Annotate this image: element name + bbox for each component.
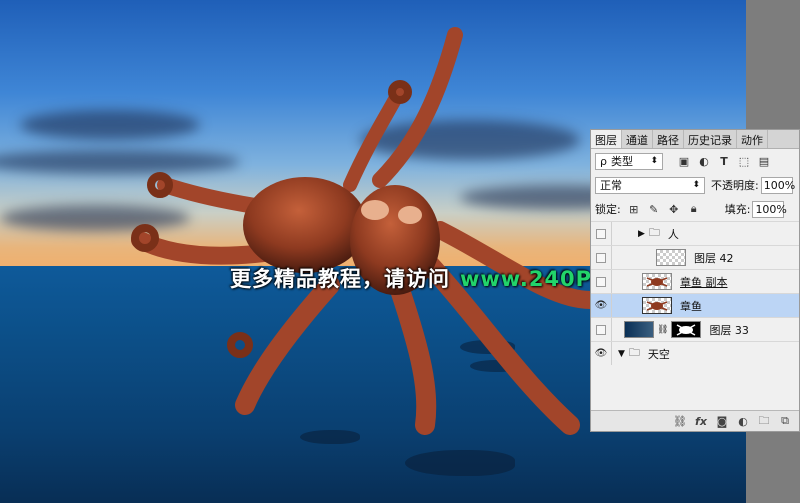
folder-icon: 🗀︎ xyxy=(628,346,640,359)
layer-name: 章鱼 xyxy=(680,299,702,313)
lock-row: 锁定: ⊞ ✎ ✥ 🔒︎ 填充: 100% xyxy=(591,197,799,221)
layer-name: 图层 42 xyxy=(694,251,734,265)
filter-kind-select[interactable]: ρ 类型 ⬍ xyxy=(595,152,663,170)
filter-adjustment-icon[interactable]: ◐ xyxy=(697,154,711,168)
layer-row-group-people[interactable]: ▶ 🗀︎ 人 xyxy=(591,221,799,245)
fill-input[interactable]: 100% xyxy=(752,200,787,218)
layer-thumbnail xyxy=(624,321,654,338)
spinner-icon: ⬍ xyxy=(692,180,700,190)
chain-link-icon[interactable]: ⛓︎ xyxy=(657,325,668,335)
layer-row-octopus-copy[interactable]: 章鱼 副本 xyxy=(591,269,799,293)
visibility-toggle[interactable] xyxy=(591,270,612,293)
visibility-toggle[interactable] xyxy=(591,246,612,269)
filter-kind-label: 类型 xyxy=(610,155,633,168)
panel-tabs: 图层 通道 路径 历史记录 动作 xyxy=(591,130,799,149)
filter-type-icon[interactable]: T xyxy=(717,154,731,168)
visibility-off-icon xyxy=(596,252,606,263)
expand-arrow-icon[interactable]: ▶ xyxy=(638,229,645,239)
visibility-toggle[interactable]: 👁︎ xyxy=(591,342,612,365)
layer-name: 图层 33 xyxy=(709,323,749,337)
eye-icon: 👁︎ xyxy=(594,300,608,311)
filter-pixel-icon[interactable]: ▣ xyxy=(677,154,691,168)
add-mask-icon[interactable]: ◙ xyxy=(715,414,729,428)
folder-icon: 🗀︎ xyxy=(648,226,660,239)
spinner-icon: ⬍ xyxy=(650,156,658,166)
adjustment-layer-icon[interactable]: ◐ xyxy=(736,414,750,428)
lock-transparent-icon[interactable]: ⊞ xyxy=(627,202,641,216)
new-group-icon[interactable]: 🗀︎ xyxy=(757,414,771,428)
filter-row: ρ 类型 ⬍ ▣ ◐ T ⬚ ▤ xyxy=(591,149,799,173)
eye-icon: 👁︎ xyxy=(594,348,608,359)
layer-row-33[interactable]: ⛓︎ 图层 33 xyxy=(591,317,799,341)
octopus-thumbnail-icon xyxy=(646,301,668,311)
visibility-off-icon xyxy=(596,324,606,335)
tab-layers[interactable]: 图层 xyxy=(591,130,622,148)
tab-actions[interactable]: 动作 xyxy=(737,130,768,148)
layer-mask-thumbnail xyxy=(671,321,702,338)
visibility-off-icon xyxy=(596,276,606,287)
layer-row-42[interactable]: 图层 42 xyxy=(591,245,799,269)
panel-footer: ⛓︎ fx ◙ ◐ 🗀︎ ⧉ xyxy=(591,410,799,431)
lock-move-icon[interactable]: ✥ xyxy=(667,202,681,216)
lock-all-icon[interactable]: 🔒︎ xyxy=(687,202,701,216)
search-icon: ρ xyxy=(600,154,607,168)
link-layers-icon[interactable]: ⛓︎ xyxy=(673,414,687,428)
layer-list: ▶ 🗀︎ 人 图层 42 章鱼 副本 👁︎ 章鱼 ⛓︎ 图层 33 👁︎ ▼ 🗀… xyxy=(591,221,799,365)
visibility-toggle[interactable] xyxy=(591,222,612,245)
new-layer-icon[interactable]: ⧉ xyxy=(778,414,792,428)
layers-panel: 图层 通道 路径 历史记录 动作 ρ 类型 ⬍ ▣ ◐ T ⬚ ▤ 正常 ⬍ 不… xyxy=(590,129,800,432)
blend-mode-select[interactable]: 正常 ⬍ xyxy=(595,176,705,194)
layer-name: 天空 xyxy=(647,347,670,361)
fx-icon[interactable]: fx xyxy=(694,414,708,428)
layer-thumbnail xyxy=(642,297,672,314)
filter-smart-object-icon[interactable]: ▤ xyxy=(757,154,771,168)
layer-thumbnail xyxy=(656,249,686,266)
visibility-toggle[interactable]: 👁︎ xyxy=(591,294,612,317)
layer-name: 人 xyxy=(667,227,679,241)
layer-thumbnail xyxy=(642,273,672,290)
lock-label: 锁定: xyxy=(595,203,621,216)
fill-label: 填充: xyxy=(724,203,751,216)
blend-row: 正常 ⬍ 不透明度: 100% xyxy=(591,173,799,197)
filter-shape-icon[interactable]: ⬚ xyxy=(737,154,751,168)
layer-row-group-sky[interactable]: 👁︎ ▼ 🗀︎ 天空 xyxy=(591,341,799,365)
layer-row-octopus[interactable]: 👁︎ 章鱼 xyxy=(591,293,799,317)
octopus-thumbnail-icon xyxy=(646,277,668,287)
tab-paths[interactable]: 路径 xyxy=(653,130,684,148)
visibility-toggle[interactable] xyxy=(591,318,612,341)
tab-channels[interactable]: 通道 xyxy=(622,130,653,148)
layer-name: 章鱼 副本 xyxy=(680,275,728,289)
blend-mode-value: 正常 xyxy=(600,179,622,192)
collapse-arrow-icon[interactable]: ▼ xyxy=(618,349,625,359)
lock-brush-icon[interactable]: ✎ xyxy=(647,202,661,216)
opacity-input[interactable]: 100% xyxy=(760,176,795,194)
opacity-label: 不透明度: xyxy=(711,179,759,192)
visibility-off-icon xyxy=(596,228,606,239)
watermark-text: 更多精品教程，请访问 xyxy=(230,267,450,291)
tab-history[interactable]: 历史记录 xyxy=(684,130,737,148)
mask-shape-icon xyxy=(677,324,696,336)
